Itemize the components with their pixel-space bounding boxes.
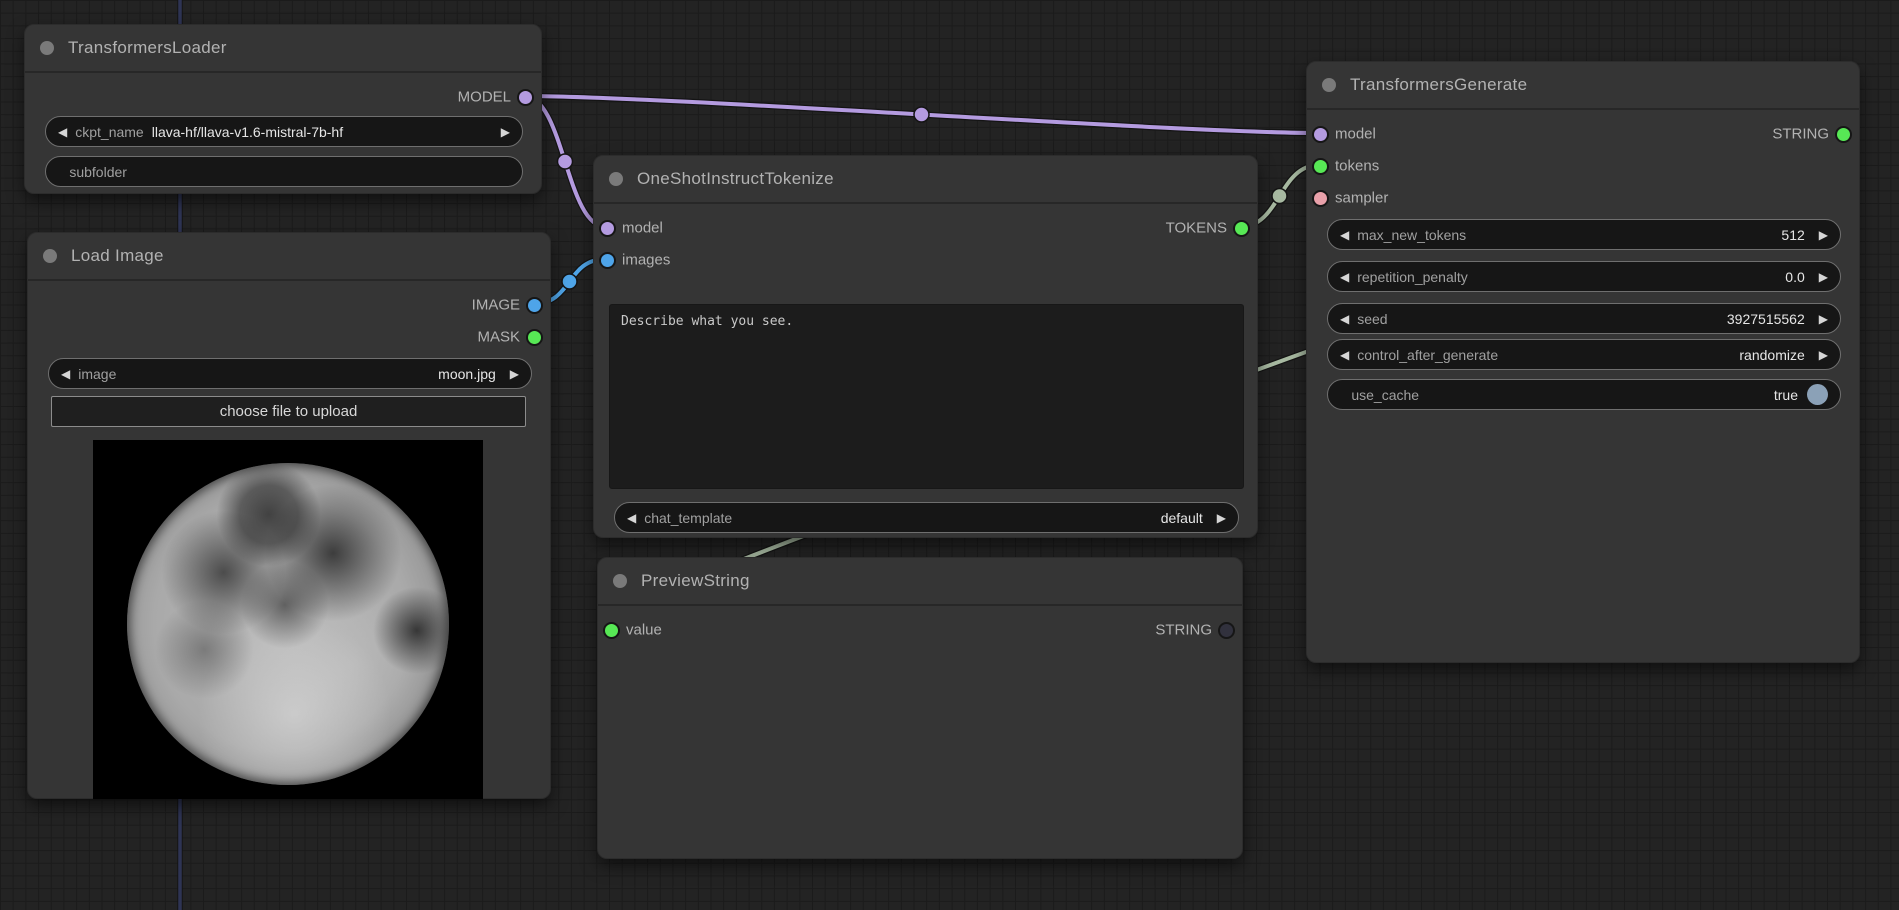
node-status-dot-icon	[609, 172, 623, 186]
images-input-label: images	[622, 252, 670, 269]
MODEL-output-label: MODEL	[458, 89, 511, 106]
node-title: Load Image	[71, 246, 164, 266]
widget-label: control_after_generate	[1357, 347, 1498, 363]
STRING-output-port[interactable]	[1218, 622, 1235, 639]
node-status-dot-icon	[40, 41, 54, 55]
widget-label: repetition_penalty	[1357, 269, 1468, 285]
node-graph-canvas[interactable]: TransformersLoader MODEL ◀ ckpt_name llava-h…	[0, 0, 1899, 910]
decrement-arrow-icon[interactable]: ◀	[61, 368, 70, 380]
increment-arrow-icon[interactable]: ▶	[510, 368, 519, 380]
node-title-bar[interactable]: TransformersGenerate	[1307, 62, 1859, 110]
button-label: choose file to upload	[220, 403, 358, 420]
increment-arrow-icon[interactable]: ▶	[1819, 271, 1828, 283]
ckpt_name-widget[interactable]: ◀ ckpt_name llava-hf/llava-v1.6-mistral-7b…	[45, 116, 523, 147]
link-midpoint-dot	[914, 107, 929, 122]
widget-label: chat_template	[644, 510, 732, 526]
node-tokenize[interactable]: OneShotInstructTokenize model TOKENS images…	[593, 155, 1258, 538]
sampler-input-port[interactable]	[1312, 190, 1329, 207]
widget-value: default	[1161, 510, 1203, 526]
STRING-output-label: STRING	[1772, 126, 1829, 143]
TOKENS-output-port[interactable]	[1233, 220, 1250, 237]
node-title-bar[interactable]: OneShotInstructTokenize	[594, 156, 1257, 204]
chat_template-widget[interactable]: ◀ chat_template default ▶	[614, 502, 1239, 533]
decrement-arrow-icon[interactable]: ◀	[1340, 313, 1349, 325]
IMAGE-output-label: IMAGE	[472, 297, 520, 314]
prompt-textarea[interactable]: Describe what you see.	[609, 304, 1244, 489]
node-title-bar[interactable]: Load Image	[28, 233, 550, 281]
node-title: TransformersLoader	[68, 38, 227, 58]
node-generate[interactable]: TransformersGenerate model STRING tokens sam…	[1306, 61, 1860, 663]
images-input-port[interactable]	[599, 252, 616, 269]
widget-value: moon.jpg	[438, 366, 496, 382]
control_after_generate-widget[interactable]: ◀ control_after_generate randomize ▶	[1327, 339, 1841, 370]
TOKENS-output-label: TOKENS	[1166, 220, 1227, 237]
image-widget[interactable]: ◀ image moon.jpg ▶	[48, 358, 532, 389]
widget-value: 512	[1781, 227, 1804, 243]
widget-label: image	[78, 366, 116, 382]
repetition_penalty-widget[interactable]: ◀ repetition_penalty 0.0 ▶	[1327, 261, 1841, 292]
MASK-output-label: MASK	[477, 329, 520, 346]
node-load_image[interactable]: Load Image IMAGE MASK ◀ image moon.jpg ▶ choose…	[27, 232, 551, 799]
seed-widget[interactable]: ◀ seed 3927515562 ▶	[1327, 303, 1841, 334]
node-title-bar[interactable]: PreviewString	[598, 558, 1242, 606]
decrement-arrow-icon[interactable]: ◀	[58, 126, 67, 138]
increment-arrow-icon[interactable]: ▶	[1217, 512, 1226, 524]
use_cache-widget[interactable]: use_cache true	[1327, 379, 1841, 410]
MODEL-output-port[interactable]	[517, 89, 534, 106]
value-input-label: value	[626, 622, 662, 639]
model-input-port[interactable]	[1312, 126, 1329, 143]
node-title: PreviewString	[641, 571, 750, 591]
increment-arrow-icon[interactable]: ▶	[1819, 349, 1828, 361]
value-input-port[interactable]	[603, 622, 620, 639]
increment-arrow-icon[interactable]: ▶	[1819, 313, 1828, 325]
decrement-arrow-icon[interactable]: ◀	[1340, 349, 1349, 361]
STRING-output-label: STRING	[1155, 622, 1212, 639]
widget-value: true	[1774, 387, 1798, 403]
widget-label: ckpt_name	[75, 124, 143, 140]
moon-graphic	[127, 463, 449, 785]
widget-label: subfolder	[69, 164, 127, 180]
tokens-input-label: tokens	[1335, 158, 1379, 175]
STRING-output-port[interactable]	[1835, 126, 1852, 143]
decrement-arrow-icon[interactable]: ◀	[627, 512, 636, 524]
node-preview[interactable]: PreviewString value STRING	[597, 557, 1243, 859]
node-title: OneShotInstructTokenize	[637, 169, 834, 189]
model-input-label: model	[622, 220, 663, 237]
choose-file-button[interactable]: choose file to upload	[51, 396, 526, 427]
image-preview	[93, 440, 483, 799]
widget-label: use_cache	[1351, 387, 1419, 403]
max_new_tokens-widget[interactable]: ◀ max_new_tokens 512 ▶	[1327, 219, 1841, 250]
widget-value: randomize	[1739, 347, 1804, 363]
IMAGE-output-port[interactable]	[526, 297, 543, 314]
model-input-label: model	[1335, 126, 1376, 143]
node-loader[interactable]: TransformersLoader MODEL ◀ ckpt_name llava-h…	[24, 24, 542, 194]
widget-value: 3927515562	[1727, 311, 1805, 327]
widget-value: 0.0	[1785, 269, 1804, 285]
widget-label: max_new_tokens	[1357, 227, 1466, 243]
increment-arrow-icon[interactable]: ▶	[501, 126, 510, 138]
node-status-dot-icon	[43, 249, 57, 263]
node-title-bar[interactable]: TransformersLoader	[25, 25, 541, 73]
increment-arrow-icon[interactable]: ▶	[1819, 229, 1828, 241]
link-midpoint-dot	[558, 154, 573, 169]
link-midpoint-dot	[562, 274, 577, 289]
model-input-port[interactable]	[599, 220, 616, 237]
toggle-knob-icon[interactable]	[1807, 384, 1828, 405]
decrement-arrow-icon[interactable]: ◀	[1340, 229, 1349, 241]
link-midpoint-dot	[1272, 189, 1287, 204]
widget-value: llava-hf/llava-v1.6-mistral-7b-hf	[152, 124, 343, 140]
node-status-dot-icon	[1322, 78, 1336, 92]
subfolder-widget[interactable]: subfolder	[45, 156, 523, 187]
node-title: TransformersGenerate	[1350, 75, 1527, 95]
tokens-input-port[interactable]	[1312, 158, 1329, 175]
widget-label: seed	[1357, 311, 1387, 327]
sampler-input-label: sampler	[1335, 190, 1388, 207]
MASK-output-port[interactable]	[526, 329, 543, 346]
node-status-dot-icon	[613, 574, 627, 588]
decrement-arrow-icon[interactable]: ◀	[1340, 271, 1349, 283]
